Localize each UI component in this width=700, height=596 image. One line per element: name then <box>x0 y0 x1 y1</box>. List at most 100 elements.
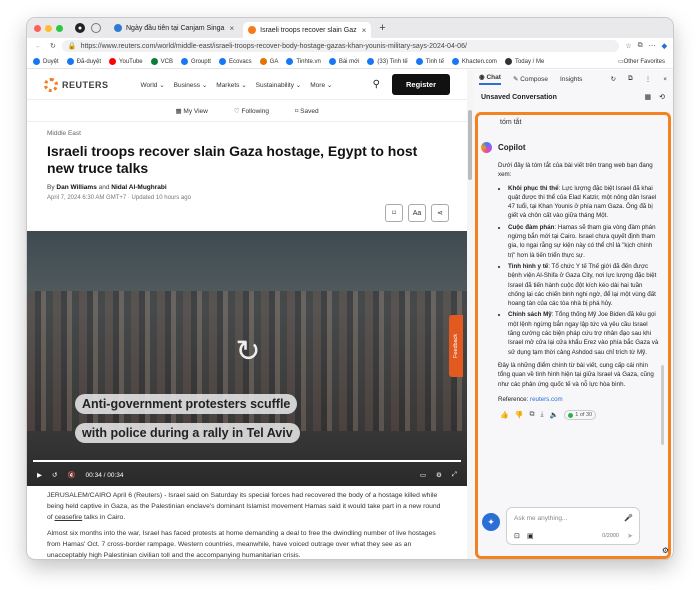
article-kicker[interactable]: Middle East <box>47 130 447 137</box>
tab-canjam[interactable]: Ngày đầu tiên tại Canjam Singa × <box>109 20 239 36</box>
text-size-button[interactable]: Aa <box>408 204 426 222</box>
nav-business[interactable]: Business ⌄ <box>174 81 208 89</box>
bookmark-label: Grouptt <box>190 58 211 65</box>
close-tab-icon[interactable]: × <box>362 26 367 35</box>
history-icon[interactable]: ⟲ <box>659 93 665 101</box>
download-icon[interactable]: ⤓ <box>540 411 543 419</box>
copilot-icon[interactable]: ◆ <box>662 42 667 50</box>
bookmark-item[interactable]: Ecovacs <box>218 58 252 65</box>
bookmark-item[interactable]: Duyệt <box>33 58 59 65</box>
minimize-window-button[interactable] <box>45 24 52 32</box>
speaker-icon[interactable]: 🔈 <box>550 411 559 419</box>
point-heading: Tình hình y tế <box>508 262 549 270</box>
bookmark-item[interactable]: GA <box>259 58 279 65</box>
ceasefire-link[interactable]: ceasefire <box>55 514 83 521</box>
reference-link[interactable]: reuters.com <box>530 396 563 403</box>
captions-icon[interactable]: ▭ <box>420 471 426 479</box>
bookmark-item[interactable]: Tinhte.vn <box>286 58 321 65</box>
new-tab-icon[interactable]: + <box>379 22 385 34</box>
bookmark-label: GA <box>269 58 279 65</box>
bookmark-item[interactable]: Tinh tế <box>415 58 444 65</box>
save-article-button[interactable]: ⌑ <box>385 204 403 222</box>
settings-icon[interactable]: ⚙ <box>662 546 669 555</box>
browser-window: ● Ngày đầu tiên tại Canjam Singa × Israe… <box>27 18 673 559</box>
maximize-window-button[interactable] <box>56 24 63 32</box>
bookmark-item[interactable]: VCB <box>150 58 173 65</box>
my-view-link[interactable]: ▦ My View <box>175 107 207 115</box>
video-player[interactable]: ↻ Anti-government protesters scuffle wit… <box>27 231 467 486</box>
tab-reuters[interactable]: Israeli troops recover slain Gaz × <box>243 22 372 38</box>
saved-link[interactable]: ⌑ Saved <box>295 107 319 115</box>
copilot-header: Copilot <box>481 142 668 153</box>
refresh-icon[interactable]: ↻ <box>611 75 616 83</box>
bookmark-item[interactable]: Đã-duyệt <box>66 58 101 65</box>
reuters-logo[interactable]: REUTERS <box>44 77 109 92</box>
bookmark-item[interactable]: YouTube <box>109 58 143 65</box>
open-external-icon[interactable]: ⧉ <box>628 75 633 83</box>
chevron-down-icon: ⌄ <box>241 81 247 89</box>
chevron-down-icon: ⌄ <box>159 81 165 89</box>
fullscreen-icon[interactable]: ⤢ <box>452 471 457 479</box>
author-link[interactable]: Dan Williams <box>56 184 96 191</box>
thumbs-down-icon[interactable]: 👎 <box>515 411 524 419</box>
rewind-icon[interactable]: ↺ <box>52 471 57 479</box>
replay-icon[interactable]: ↻ <box>231 335 265 369</box>
nav-markets[interactable]: Markets ⌄ <box>216 81 246 89</box>
profile-icon[interactable]: ● <box>75 23 85 33</box>
nav-world[interactable]: World ⌄ <box>141 81 165 89</box>
following-link[interactable]: ♡ Following <box>234 107 269 115</box>
broom-icon: ✦ <box>487 516 495 527</box>
nav-more[interactable]: More ⌄ <box>310 81 332 89</box>
other-favorites-folder[interactable]: ▭ Other Favorites <box>618 58 665 66</box>
tab-chat[interactable]: ◉ Chat <box>479 73 501 85</box>
reload-icon[interactable]: ↻ <box>50 42 56 50</box>
article-body: JERUSALEM/CAIRO April 6 (Reuters) - Isra… <box>47 490 447 559</box>
thumbs-up-icon[interactable]: 👍 <box>500 411 509 419</box>
bookmark-favicon <box>109 58 117 65</box>
workspaces-icon[interactable] <box>91 23 101 33</box>
chat-input[interactable]: Ask me anything... 🎤 ⊡ ▣ 0/2000 ➤ <box>506 507 640 545</box>
search-icon[interactable]: ⚲ <box>373 79 380 90</box>
register-button[interactable]: Register <box>391 74 450 95</box>
video-controls: ▶ ↺ 🔇 00:34 / 00:34 ▭ ⚙ ⤢ <box>27 464 467 486</box>
mute-icon[interactable]: 🔇 <box>67 471 75 479</box>
tab-insights[interactable]: Insights <box>560 76 582 83</box>
microphone-icon[interactable]: 🎤 <box>624 514 633 522</box>
nav-sustainability[interactable]: Sustainability ⌄ <box>256 81 302 89</box>
following-icon: ♡ <box>233 107 240 115</box>
share-button[interactable]: ⋖ <box>431 204 449 222</box>
conversation-title: Unsaved Conversation <box>481 93 557 101</box>
favorites-icon[interactable]: ☆ <box>625 42 631 50</box>
summary-point: Tình hình y tế: Tổ chức Y tế Thế giới đã… <box>508 262 660 308</box>
scrollbar-thumb[interactable] <box>468 110 472 180</box>
screenshot-icon[interactable]: ⊡ <box>514 532 520 540</box>
settings-icon[interactable]: ⚙ <box>436 471 442 479</box>
bookmark-item[interactable]: Bài mới <box>328 58 359 65</box>
back-icon[interactable]: ← <box>35 43 42 50</box>
plugins-icon[interactable]: ▦ <box>645 93 652 101</box>
bookmark-item[interactable]: Grouptt <box>180 58 211 65</box>
sidebar-tabs: ◉ Chat ✎ Compose Insights ↻ ⧉ ⋮ × <box>473 70 673 88</box>
feedback-tab[interactable]: Feedback <box>449 315 463 377</box>
tab-compose[interactable]: ✎ Compose <box>513 75 548 83</box>
nav-label: More <box>310 81 326 89</box>
new-topic-button[interactable]: ✦ <box>482 513 500 531</box>
reference: Reference: reuters.com <box>498 395 660 404</box>
close-tab-icon[interactable]: × <box>229 24 234 33</box>
close-window-button[interactable] <box>34 24 41 32</box>
close-icon[interactable]: × <box>663 76 667 83</box>
url-field[interactable]: 🔒 https://www.reuters.com/world/middle-e… <box>61 40 620 52</box>
chat-scrollbar[interactable] <box>661 365 664 445</box>
send-icon[interactable]: ➤ <box>627 532 633 540</box>
collections-icon[interactable]: ⧉ <box>638 42 643 50</box>
author-link[interactable]: Nidal Al-Mughrabi <box>111 184 166 191</box>
bookmark-item[interactable]: Khacten.com <box>451 58 497 65</box>
more-icon[interactable]: ⋮ <box>645 75 652 83</box>
more-menu-icon[interactable]: ⋯ <box>649 42 656 50</box>
video-progress-bar[interactable] <box>33 460 461 462</box>
image-icon[interactable]: ▣ <box>527 532 534 540</box>
bookmark-item[interactable]: (33) Tinh tế <box>367 58 408 65</box>
copy-icon[interactable]: ⧉ <box>529 411 534 419</box>
play-icon[interactable]: ▶ <box>37 471 42 479</box>
bookmark-item[interactable]: Today / Me <box>504 58 544 65</box>
